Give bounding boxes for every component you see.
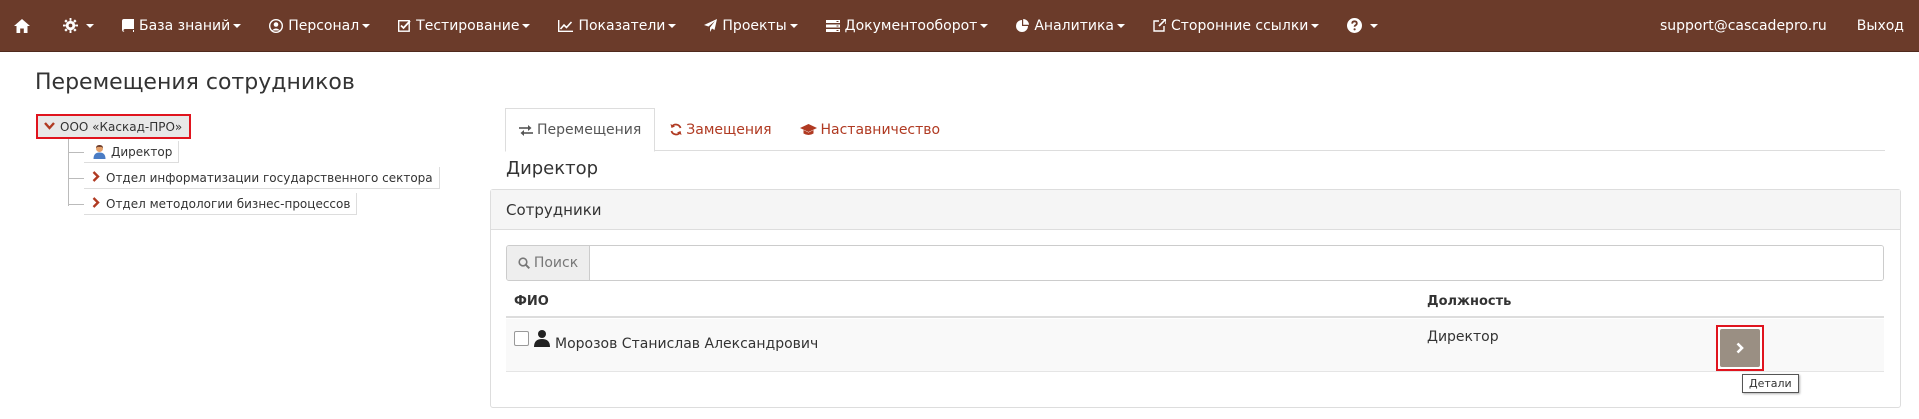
tree-node-director[interactable]: Директор (67, 141, 180, 163)
nav-label: Показатели (578, 17, 666, 34)
nav-personnel[interactable]: Персонал (255, 0, 384, 51)
nav-analytics[interactable]: Аналитика (1002, 0, 1139, 51)
nav-label: Персонал (288, 17, 360, 34)
search-label: Поиск (533, 255, 579, 271)
person-icon (533, 329, 551, 347)
tree-node-label: Отдел информатизации государственного се… (106, 170, 433, 185)
tab-label: Наставничество (820, 121, 941, 138)
user-circle-icon (269, 18, 284, 33)
panel-heading: Сотрудники (491, 190, 1900, 230)
chevron-right-icon (1735, 339, 1745, 358)
column-header-position[interactable]: Должность (1427, 294, 1511, 309)
search-input[interactable] (590, 246, 1883, 280)
chevron-down-icon (980, 23, 989, 28)
section-title: Директор (506, 158, 599, 179)
tab-label: Перемещения (537, 122, 642, 138)
refresh-icon (670, 123, 682, 136)
chevron-down-icon (1311, 23, 1320, 28)
chevron-down-icon (233, 23, 242, 28)
tree-root-label: ООО «Каскад-ПРО» (60, 119, 183, 134)
org-tree: ООО «Каскад-ПРО» Директор Отдел информат… (36, 114, 476, 224)
nav-label: Проекты (722, 17, 787, 34)
settings-menu[interactable] (49, 0, 108, 51)
nav-label: Тестирование (416, 17, 520, 34)
employee-position: Директор (1427, 329, 1499, 345)
nav-label: Аналитика (1034, 17, 1114, 34)
gear-icon (63, 18, 78, 33)
nav-label: База знаний (139, 17, 231, 34)
help-menu[interactable] (1333, 0, 1392, 51)
tab-mentoring[interactable]: Наставничество (787, 108, 954, 151)
nav-label: Сторонние ссылки (1171, 17, 1309, 34)
checkbox-icon (398, 19, 411, 32)
tree-connector (68, 139, 69, 206)
employee-name: Морозов Станислав Александрович (555, 336, 819, 352)
home-nav-button[interactable] (0, 0, 49, 51)
search-addon: Поиск (507, 246, 590, 280)
search-icon (518, 257, 530, 269)
details-button[interactable] (1716, 325, 1764, 371)
tree-root-node[interactable]: ООО «Каскад-ПРО» (36, 114, 192, 139)
chevron-down-icon (668, 23, 677, 28)
chevron-down-icon (522, 23, 531, 28)
chevron-right-icon (92, 196, 100, 211)
tree-node-dept-informatization[interactable]: Отдел информатизации государственного се… (68, 167, 440, 189)
line-chart-icon (558, 19, 574, 32)
paper-plane-icon (704, 19, 718, 32)
server-icon (825, 19, 840, 32)
book-icon (122, 19, 134, 32)
nav-indicators[interactable]: Показатели (544, 0, 690, 51)
column-header-fio[interactable]: ФИО (514, 294, 549, 309)
chevron-down-icon (789, 23, 798, 28)
tab-substitutions[interactable]: Замещения (657, 108, 784, 151)
employees-panel: Сотрудники Поиск ФИО Должность Морозов С… (490, 189, 1901, 408)
tree-node-label: Отдел методологии бизнес-процессов (106, 196, 351, 211)
nav-knowledge-base[interactable]: База знаний (108, 0, 255, 51)
chevron-down-icon (1117, 23, 1125, 28)
nav-label: Документооборот (844, 17, 978, 34)
nav-testing[interactable]: Тестирование (384, 0, 544, 51)
search-group: Поиск (506, 245, 1884, 281)
nav-document-flow[interactable]: Документооборот (812, 0, 1003, 51)
table-header: ФИО Должность (506, 284, 1884, 318)
tree-node-dept-methodology[interactable]: Отдел методологии бизнес-процессов (67, 193, 358, 215)
top-navbar: База знаний Персонал Тестирование Показа… (0, 0, 1919, 52)
row-checkbox[interactable] (514, 331, 529, 346)
exchange-icon (519, 124, 533, 136)
logout-link[interactable]: Выход (1842, 0, 1919, 51)
question-circle-icon (1347, 18, 1363, 33)
table-row: Морозов Станислав Александрович Директор (506, 319, 1884, 372)
details-tooltip: Детали (1742, 374, 1799, 393)
tab-transfers[interactable]: Перемещения (505, 108, 656, 152)
chevron-down-icon (86, 23, 94, 28)
tabs-bar: Перемещения Замещения Наставничество (505, 108, 1885, 152)
nav-external-links[interactable]: Сторонние ссылки (1139, 0, 1333, 51)
chevron-down-icon (1370, 23, 1379, 28)
chevron-right-icon (92, 170, 100, 185)
nav-projects[interactable]: Проекты (690, 0, 811, 51)
tab-label: Замещения (686, 121, 772, 138)
home-icon (14, 18, 30, 33)
chevron-down-icon (44, 120, 55, 133)
user-email-link[interactable]: support@cascadepro.ru (1645, 0, 1842, 51)
page-title: Перемещения сотрудников (35, 70, 355, 95)
person-icon (92, 144, 107, 159)
pie-chart-icon (1016, 19, 1030, 32)
graduation-cap-icon (799, 123, 817, 136)
tree-node-label: Директор (111, 144, 173, 159)
details-button-face (1720, 329, 1760, 367)
external-link-icon (1153, 19, 1166, 32)
chevron-down-icon (362, 23, 371, 28)
